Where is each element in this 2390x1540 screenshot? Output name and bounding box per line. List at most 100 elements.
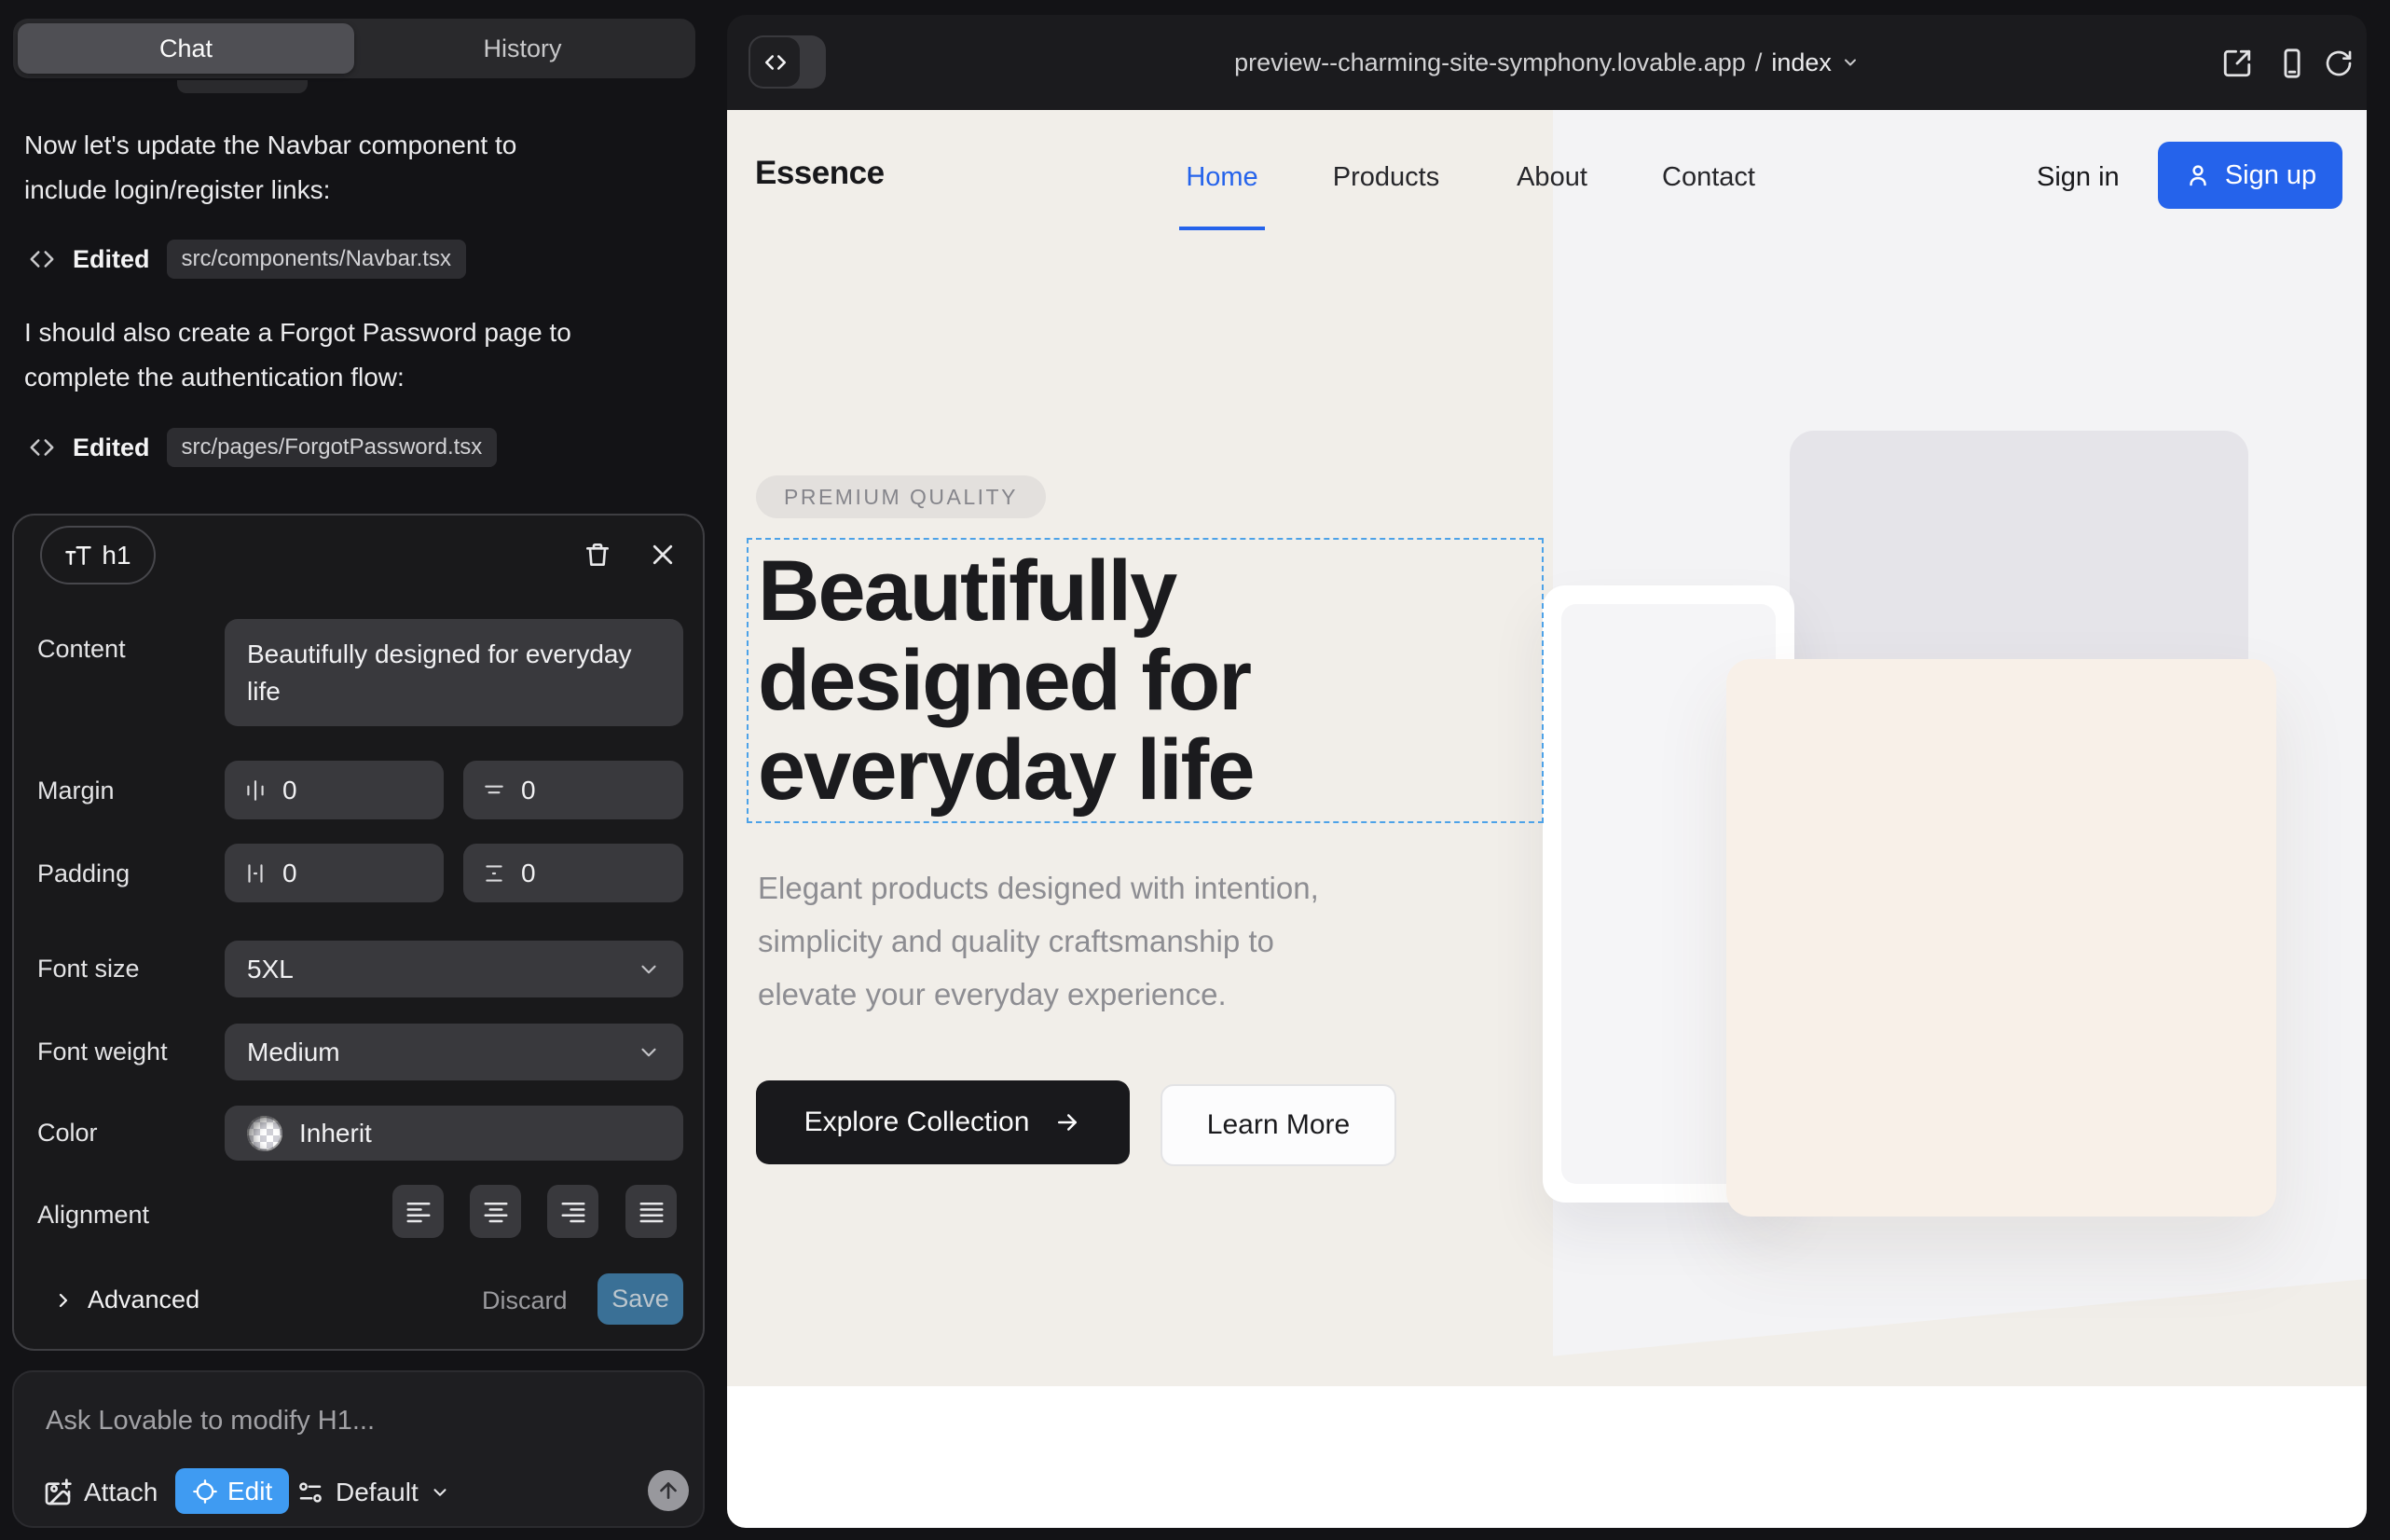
- hero-paragraph: Elegant products designed with intention…: [758, 861, 1319, 1021]
- message-line: complete the authentication flow:: [24, 355, 688, 400]
- edited-file-row: Edited src/components/Navbar.tsx: [28, 238, 466, 281]
- sign-in-link[interactable]: Sign in: [2037, 162, 2120, 193]
- align-justify-icon: [638, 1198, 666, 1226]
- font-weight-select[interactable]: Medium: [225, 1024, 683, 1080]
- rendered-site: Essence Home Products About Contact Sign…: [727, 110, 2367, 1528]
- align-left-icon: [405, 1198, 433, 1226]
- margin-x-input[interactable]: 0: [225, 761, 444, 819]
- file-chip[interactable]: src/components/Navbar.tsx: [167, 240, 466, 279]
- font-weight-label: Font weight: [37, 1038, 168, 1066]
- mobile-icon: [2276, 48, 2308, 79]
- message-line: include login/register links:: [24, 168, 688, 213]
- refresh-icon: [2324, 48, 2354, 78]
- hero-heading[interactable]: Beautifully designed for everyday life: [758, 546, 1253, 815]
- code-icon: [28, 245, 56, 273]
- refresh-button[interactable]: [2321, 46, 2356, 81]
- browser-topbar: preview--charming-site-symphony.lovable.…: [727, 15, 2367, 110]
- color-label: Color: [37, 1119, 98, 1148]
- message-line: Now let's update the Navbar component to: [24, 123, 688, 168]
- close-icon: [649, 541, 677, 569]
- sliders-icon: [296, 1478, 324, 1506]
- nav-link-about[interactable]: About: [1508, 162, 1596, 193]
- chevron-down-icon: [637, 1040, 661, 1065]
- code-icon: [28, 433, 56, 461]
- margin-x-value: 0: [282, 776, 297, 805]
- trash-icon: [583, 540, 612, 570]
- user-icon: [2184, 161, 2212, 189]
- nav-active-underline: [1179, 227, 1265, 230]
- advanced-label: Advanced: [88, 1286, 199, 1314]
- mobile-view-button[interactable]: [2274, 46, 2310, 81]
- edited-label: Edited: [73, 245, 150, 274]
- font-size-select[interactable]: 5XL: [225, 941, 683, 997]
- prompt-composer[interactable]: Ask Lovable to modify H1... Attach Edit …: [12, 1370, 705, 1528]
- font-size-value: 5XL: [247, 955, 294, 984]
- learn-more-button[interactable]: Learn More: [1161, 1084, 1396, 1166]
- content-textarea[interactable]: Beautifully designed for everyday life: [225, 619, 683, 726]
- url-bar[interactable]: preview--charming-site-symphony.lovable.…: [727, 15, 2367, 110]
- margin-y-input[interactable]: 0: [463, 761, 683, 819]
- hero-heading-line: everyday life: [758, 725, 1253, 815]
- padding-x-value: 0: [282, 859, 297, 888]
- type-icon: [64, 542, 92, 570]
- nav-link-contact[interactable]: Contact: [1652, 162, 1765, 193]
- mode-selector[interactable]: Default: [296, 1469, 450, 1515]
- element-tag-label: h1: [102, 541, 130, 571]
- file-chip[interactable]: src/pages/ForgotPassword.tsx: [167, 428, 498, 467]
- site-logo[interactable]: Essence: [755, 155, 885, 192]
- close-editor-button[interactable]: [646, 538, 680, 571]
- arrow-right-icon: [1053, 1108, 1081, 1136]
- hero-paragraph-line: elevate your everyday experience.: [758, 968, 1319, 1021]
- edited-label: Edited: [73, 433, 150, 462]
- advanced-toggle[interactable]: Advanced: [52, 1286, 199, 1314]
- align-center-button[interactable]: [470, 1185, 521, 1238]
- color-swatch: [247, 1116, 282, 1151]
- delete-element-button[interactable]: [581, 538, 614, 571]
- hero-heading-line: Beautifully: [758, 546, 1253, 636]
- chevron-down-icon: [430, 1482, 450, 1503]
- align-justify-button[interactable]: [625, 1185, 677, 1238]
- discard-button[interactable]: Discard: [482, 1286, 568, 1315]
- page-name: index: [1771, 48, 1832, 77]
- margin-vertical-icon: [482, 778, 506, 803]
- chat-panel: Chat History Now let's update the Navbar…: [0, 0, 708, 1540]
- content-label: Content: [37, 635, 126, 664]
- color-value: Inherit: [299, 1119, 372, 1148]
- decorative-card-cream: [1726, 659, 2276, 1217]
- assistant-message: Now let's update the Navbar component to…: [24, 123, 688, 213]
- margin-label: Margin: [37, 777, 115, 805]
- attach-button[interactable]: Attach: [43, 1469, 158, 1515]
- open-external-button[interactable]: [2219, 46, 2255, 81]
- explore-collection-button[interactable]: Explore Collection: [756, 1080, 1130, 1164]
- message-line: I should also create a Forgot Password p…: [24, 310, 688, 355]
- nav-link-home[interactable]: Home: [1179, 162, 1265, 193]
- element-tag-pill: h1: [40, 526, 156, 584]
- tab-history[interactable]: History: [354, 23, 691, 74]
- align-right-button[interactable]: [547, 1185, 598, 1238]
- edited-file-row: Edited src/pages/ForgotPassword.tsx: [28, 426, 497, 469]
- align-left-button[interactable]: [392, 1185, 444, 1238]
- edit-mode-pill[interactable]: Edit: [175, 1468, 289, 1514]
- scrolled-chip-peek: [177, 80, 308, 93]
- color-field[interactable]: Inherit: [225, 1106, 683, 1161]
- hero-paragraph-line: Elegant products designed with intention…: [758, 861, 1319, 914]
- sign-up-button[interactable]: Sign up: [2158, 142, 2342, 209]
- padding-vertical-icon: [482, 861, 506, 886]
- chevron-down-icon: [637, 957, 661, 982]
- padding-y-input[interactable]: 0: [463, 844, 683, 902]
- align-center-icon: [482, 1198, 510, 1226]
- send-button[interactable]: [648, 1470, 689, 1511]
- save-button[interactable]: Save: [598, 1273, 683, 1325]
- padding-y-value: 0: [521, 859, 536, 888]
- padding-x-input[interactable]: 0: [225, 844, 444, 902]
- mode-label: Default: [336, 1478, 419, 1507]
- tab-chat[interactable]: Chat: [18, 23, 354, 74]
- preview-browser: preview--charming-site-symphony.lovable.…: [727, 15, 2367, 1528]
- attach-image-icon: [43, 1478, 73, 1507]
- prompt-input-placeholder[interactable]: Ask Lovable to modify H1...: [46, 1406, 375, 1437]
- lovable-builder-app: Chat History Now let's update the Navbar…: [0, 0, 2390, 1540]
- element-editor-panel: h1 Content Beautifully designed for ever…: [12, 514, 705, 1351]
- assistant-message: I should also create a Forgot Password p…: [24, 310, 688, 400]
- path-separator: /: [1755, 48, 1763, 77]
- nav-link-products[interactable]: Products: [1324, 162, 1449, 193]
